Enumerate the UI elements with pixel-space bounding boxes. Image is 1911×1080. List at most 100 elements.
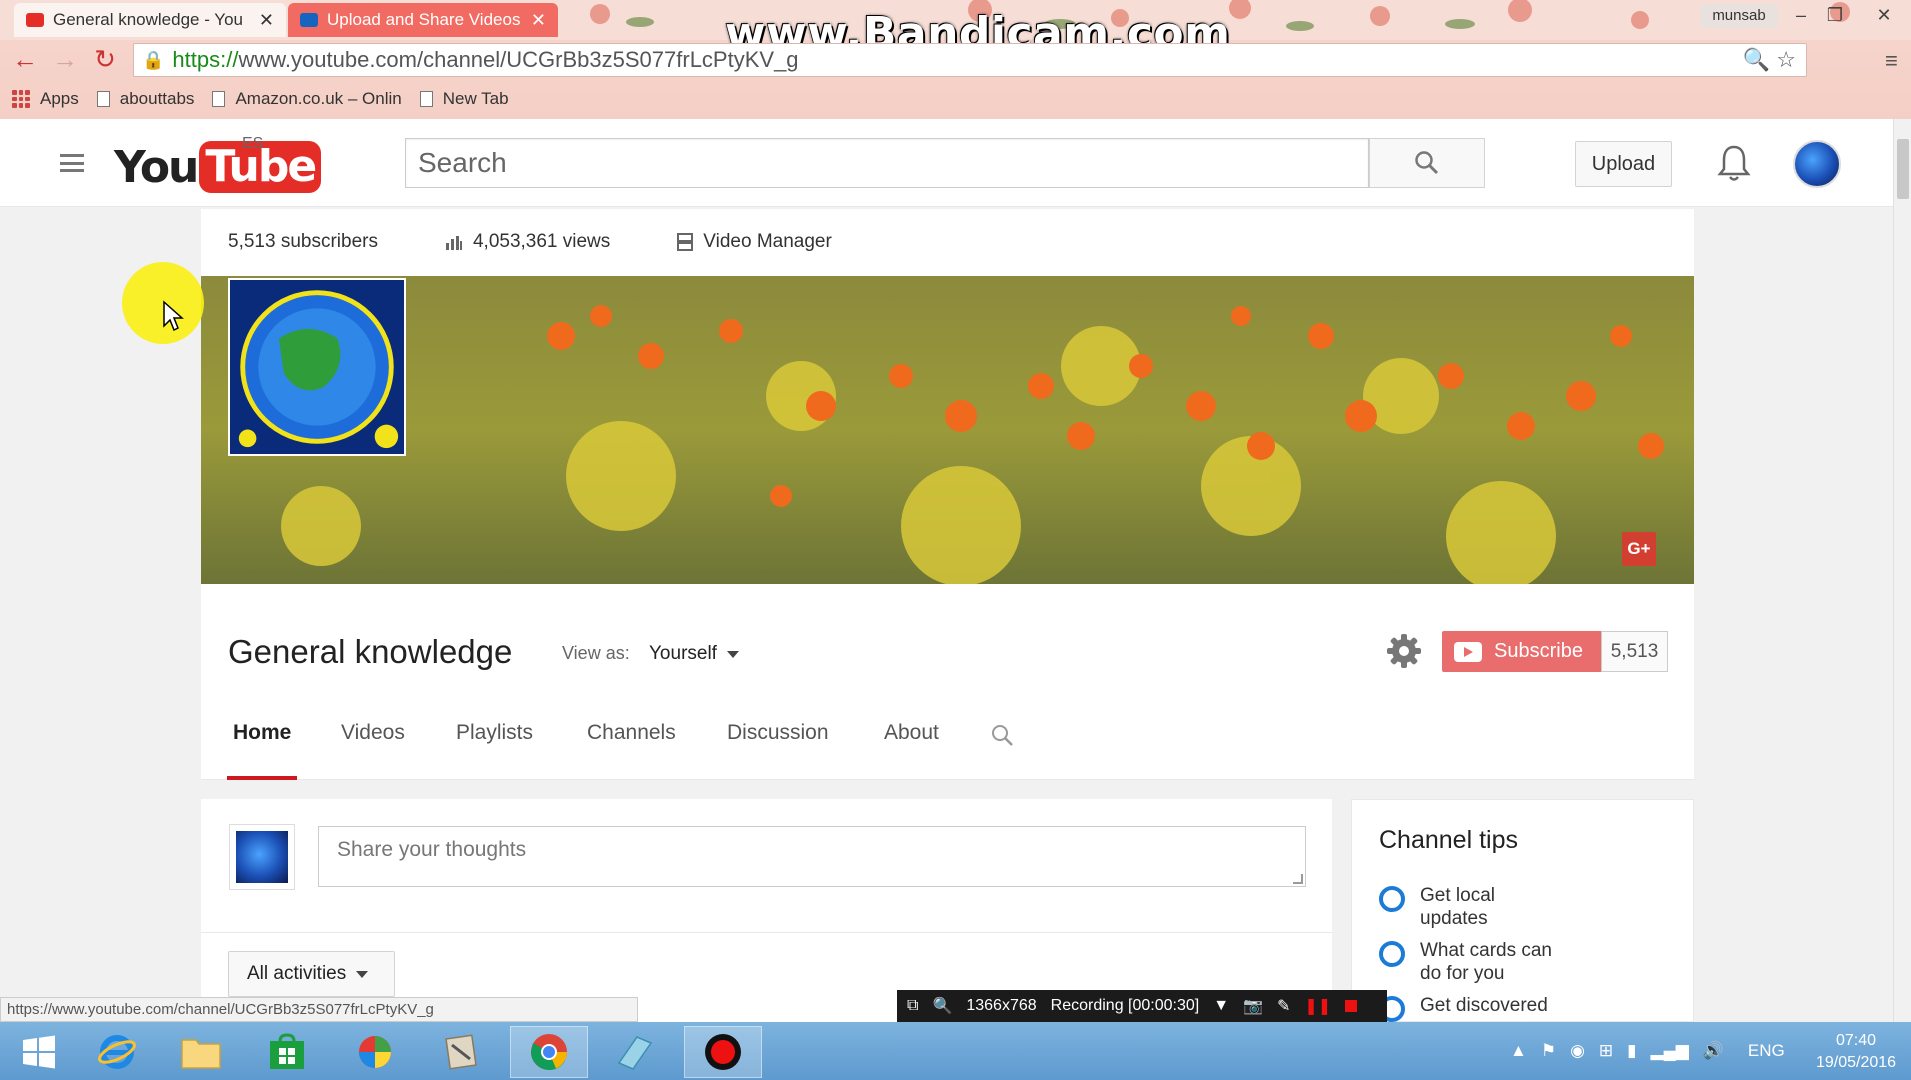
chevron-down-icon <box>356 970 369 978</box>
account-avatar[interactable] <box>1793 140 1841 188</box>
bar-chart-icon <box>445 236 462 250</box>
subscribe-button[interactable]: Subscribe <box>1442 631 1601 672</box>
tray-expand-icon[interactable]: ▲ <box>1510 1041 1527 1061</box>
youtube-masthead: You Tube ES Search Upload <box>0 119 1893 207</box>
feed-avatar <box>229 824 295 890</box>
tab-channels[interactable]: Channels <box>587 715 676 780</box>
youtube-favicon-icon <box>26 13 44 27</box>
restore-icon[interactable]: ❐ <box>1817 2 1853 28</box>
tools-app[interactable] <box>422 1026 500 1078</box>
tip-item[interactable]: Get discovered <box>1379 994 1579 1022</box>
divider <box>201 932 1332 933</box>
taskbar-clock[interactable]: 07:40 19/05/2016 <box>1808 1030 1904 1074</box>
views-stat[interactable]: 4,053,361 views <box>445 231 610 253</box>
folder-icon <box>181 1039 221 1069</box>
signal-icon[interactable]: ▂▄▆ <box>1651 1041 1689 1061</box>
notepad-app[interactable] <box>596 1026 674 1078</box>
activities-label: All activities <box>247 963 347 984</box>
channel-tabs: Home Videos Playlists Channels Discussio… <box>201 715 1694 780</box>
pencil-icon[interactable]: ✎ <box>1277 996 1290 1016</box>
browser-tab-dailymotion[interactable]: Upload and Share Videos ✕ <box>288 3 558 37</box>
chevron-down-icon <box>726 650 739 658</box>
search-button[interactable] <box>1369 138 1485 188</box>
back-icon[interactable]: ← <box>10 44 40 74</box>
notifications-bell-icon[interactable] <box>1716 143 1752 183</box>
profile-user-label[interactable]: munsab <box>1700 4 1778 28</box>
notebook-icon <box>617 1036 653 1070</box>
tab-title: General knowledge - You <box>53 10 243 29</box>
bookmark-new-tab[interactable]: New Tab <box>419 89 509 109</box>
circle-icon <box>1379 941 1405 967</box>
scrollbar-thumb[interactable] <box>1897 139 1909 199</box>
record-icon <box>705 1034 741 1070</box>
windows-update-icon[interactable]: ⊞ <box>1599 1041 1613 1061</box>
dropdown-arrow-icon[interactable]: ▼ <box>1213 997 1229 1015</box>
view-as-value: Yourself <box>649 643 717 664</box>
pause-icon[interactable]: ❚❚ <box>1304 996 1331 1016</box>
language-indicator[interactable]: ENG <box>1748 1041 1785 1061</box>
chrome-app[interactable] <box>510 1026 588 1078</box>
bookmark-label: Apps <box>40 89 79 108</box>
url-path: www.youtube.com/channel/UCGrBb3z5S077frL… <box>238 47 799 72</box>
tip-item[interactable]: Get local updates <box>1379 884 1529 930</box>
tip-item[interactable]: What cards can do for you <box>1379 939 1569 985</box>
youtube-logo[interactable]: You Tube ES <box>114 135 322 193</box>
channel-banner-image[interactable] <box>201 276 1694 584</box>
chrome-menu-icon[interactable]: ≡ <box>1885 48 1898 74</box>
view-as-dropdown[interactable]: Yourself <box>649 643 739 665</box>
page-scrollbar[interactable] <box>1893 119 1911 1022</box>
minimize-icon[interactable]: – <box>1783 2 1819 28</box>
store-app[interactable] <box>248 1026 326 1078</box>
file-explorer-app[interactable] <box>162 1026 240 1078</box>
tab-discussion[interactable]: Discussion <box>727 715 829 780</box>
volume-icon[interactable]: 🔊 <box>1703 1041 1724 1061</box>
internet-explorer-app[interactable] <box>78 1026 156 1078</box>
video-manager-icon <box>677 233 694 251</box>
bandicam-app[interactable] <box>684 1026 762 1078</box>
tab-videos[interactable]: Videos <box>341 715 405 780</box>
photo-app[interactable] <box>336 1026 414 1078</box>
close-tab-icon[interactable]: ✕ <box>531 10 546 31</box>
tab-playlists[interactable]: Playlists <box>456 715 533 780</box>
stop-icon[interactable] <box>1345 1000 1358 1012</box>
close-window-icon[interactable]: ✕ <box>1866 2 1902 28</box>
address-bar[interactable]: 🔒 https:// www.youtube.com/channel/UCGrB… <box>133 43 1807 77</box>
camera-icon[interactable]: 📷 <box>1243 996 1263 1016</box>
bookmark-abouttabs[interactable]: abouttabs <box>96 89 194 109</box>
channel-header: 5,513 subscribers 4,053,361 views Video … <box>201 209 1694 780</box>
video-manager-link[interactable]: Video Manager <box>677 231 832 253</box>
battery-icon[interactable]: ▮ <box>1627 1041 1636 1061</box>
resize-grip-icon[interactable] <box>1293 874 1303 884</box>
zoom-star-icons[interactable]: 🔍 ☆ <box>1743 47 1796 73</box>
bookmark-amazon[interactable]: Amazon.co.uk – Onlin <box>212 89 402 109</box>
start-button[interactable] <box>0 1026 78 1078</box>
search-input[interactable]: Search <box>405 138 1369 188</box>
window-icon[interactable]: ⧉ <box>907 997 918 1015</box>
channel-search-icon[interactable] <box>990 723 1014 747</box>
guide-menu-icon[interactable] <box>60 154 84 172</box>
flag-icon[interactable]: ⚑ <box>1541 1041 1556 1061</box>
upload-button[interactable]: Upload <box>1575 141 1672 187</box>
url-scheme: https:// <box>172 47 239 72</box>
channel-stats-bar: 5,513 subscribers 4,053,361 views Video … <box>201 209 1694 275</box>
bookmark-apps[interactable]: Apps <box>0 89 79 109</box>
all-activities-dropdown[interactable]: All activities <box>228 951 395 997</box>
subscribe-label: Subscribe <box>1494 640 1583 662</box>
tab-about[interactable]: About <box>884 715 939 780</box>
reload-icon[interactable]: ↻ <box>90 44 120 74</box>
channel-avatar-logo[interactable] <box>228 278 406 456</box>
subscriber-stat[interactable]: 5,513 subscribers <box>228 231 378 253</box>
subscriber-count-text: 5,513 subscribers <box>228 231 378 252</box>
channel-settings-gear-icon[interactable] <box>1385 632 1423 670</box>
security-icon[interactable]: ◉ <box>1570 1041 1585 1061</box>
close-tab-icon[interactable]: ✕ <box>259 10 274 31</box>
page-icon <box>96 91 110 107</box>
share-thoughts-input[interactable]: Share your thoughts <box>318 826 1306 887</box>
browser-tab-youtube[interactable]: General knowledge - You ✕ <box>14 3 286 37</box>
google-plus-button[interactable]: G+ <box>1622 532 1656 566</box>
tab-home[interactable]: Home <box>226 715 298 780</box>
forward-icon[interactable]: → <box>50 44 80 74</box>
magnifier-icon[interactable]: 🔍 <box>932 996 952 1016</box>
windows-logo-icon <box>23 1035 55 1069</box>
ie-icon <box>98 1035 136 1069</box>
